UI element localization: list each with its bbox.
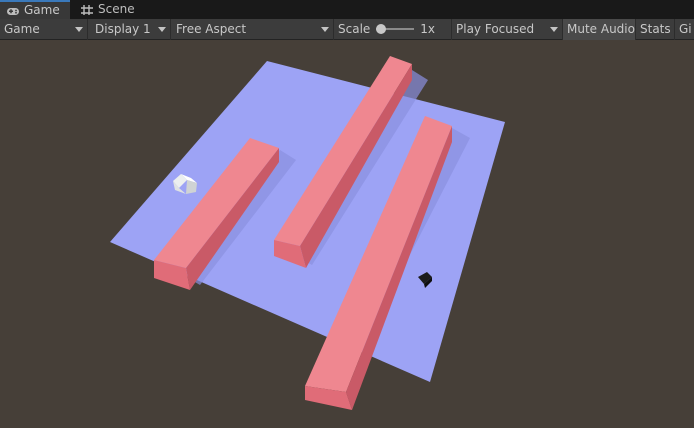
display-label: Display 1 (95, 21, 151, 36)
scale-slider-knob[interactable] (376, 24, 387, 34)
aspect-label: Free Aspect (176, 21, 247, 36)
window-tab-bar: Game Scene (0, 0, 694, 19)
chevron-down-icon (75, 26, 83, 32)
game-mode-dropdown[interactable]: Game (0, 18, 88, 40)
tab-game-label: Game (24, 3, 60, 17)
game-view-toolbar: Game Display 1 Free Aspect Scale 1x Play… (0, 18, 694, 40)
chevron-down-icon (158, 26, 166, 32)
scale-control: Scale 1x (334, 18, 452, 40)
game-scene (110, 56, 505, 410)
game-mode-label: Game (4, 21, 40, 36)
mute-audio-button[interactable]: Mute Audio (563, 18, 636, 40)
game-controller-icon (7, 7, 19, 15)
tab-scene[interactable]: Scene (74, 0, 146, 19)
scale-label: Scale (338, 21, 371, 36)
grid-icon (81, 4, 93, 15)
gizmos-button[interactable]: Gi (675, 19, 694, 40)
mute-audio-label: Mute Audio (567, 21, 635, 36)
aspect-dropdown[interactable]: Free Aspect (171, 18, 334, 40)
tab-game[interactable]: Game (0, 0, 70, 19)
game-viewport[interactable] (0, 41, 694, 428)
stats-label: Stats (640, 21, 671, 36)
chevron-down-icon (321, 26, 329, 32)
display-dropdown[interactable]: Display 1 (88, 18, 171, 40)
scale-value: 1x (420, 21, 436, 36)
play-mode-label: Play Focused (456, 21, 535, 36)
gizmos-label: Gi (679, 21, 692, 36)
tab-scene-label: Scene (98, 2, 135, 16)
stats-button[interactable]: Stats (636, 18, 675, 40)
play-mode-dropdown[interactable]: Play Focused (452, 18, 563, 40)
scale-slider[interactable] (376, 23, 415, 35)
chevron-down-icon (550, 26, 558, 32)
